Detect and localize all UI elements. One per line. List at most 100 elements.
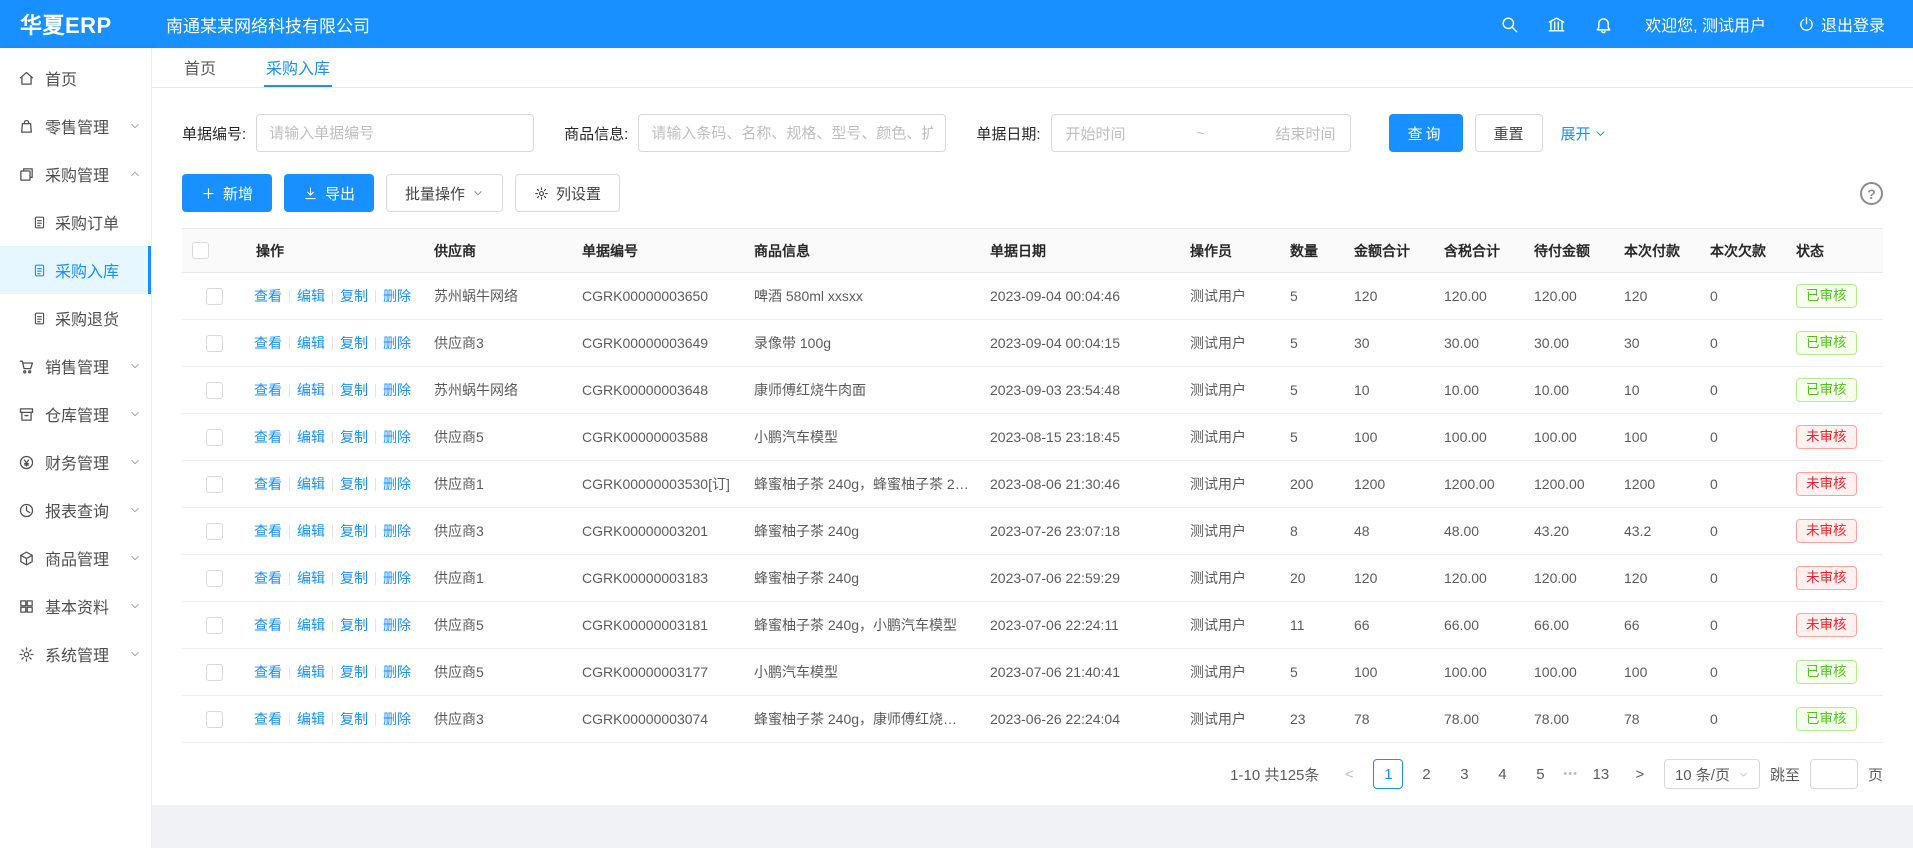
row-action-copy[interactable]: 复制 [340,335,368,351]
product-info-input[interactable] [638,114,946,152]
app-logo[interactable]: 华夏ERP [0,8,152,40]
logout-button[interactable]: 退出登录 [1798,12,1885,36]
row-action-edit[interactable]: 编辑 [297,476,325,492]
sidebar-item-purchase-return[interactable]: 采购退货 [0,294,151,342]
page-ellipsis[interactable]: ••• [1563,759,1578,789]
row-action-copy[interactable]: 复制 [340,664,368,680]
page-button-1[interactable]: 1 [1373,759,1403,789]
row-action-view[interactable]: 查看 [254,288,282,304]
page-button-5[interactable]: 5 [1525,759,1555,789]
row-action-copy[interactable]: 复制 [340,617,368,633]
tab-home[interactable]: 首页 [182,48,218,87]
page-button-2[interactable]: 2 [1411,759,1441,789]
column-settings-button[interactable]: 列设置 [515,174,620,212]
tab-purchase-inbound[interactable]: 采购入库 [264,48,332,87]
row-action-edit[interactable]: 编辑 [297,382,325,398]
row-checkbox[interactable] [206,335,223,352]
row-checkbox[interactable] [206,711,223,728]
row-action-edit[interactable]: 编辑 [297,664,325,680]
row-checkbox[interactable] [206,570,223,587]
row-action-edit[interactable]: 编辑 [297,429,325,445]
select-all-checkbox[interactable] [192,242,209,259]
reset-button[interactable]: 重置 [1475,114,1543,152]
status-badge: 未审核 [1796,425,1857,450]
sales-icon [18,358,35,375]
bill-no-input[interactable] [256,114,534,152]
col-header-unpaid: 待付金额 [1524,229,1614,273]
sidebar-item-report[interactable]: 报表查询 [0,486,151,534]
search-button[interactable]: 查询 [1389,114,1463,152]
export-button[interactable]: 导出 [284,174,374,212]
row-action-delete[interactable]: 删除 [383,288,411,304]
row-action-copy[interactable]: 复制 [340,429,368,445]
row-action-copy[interactable]: 复制 [340,570,368,586]
row-action-view[interactable]: 查看 [254,523,282,539]
row-checkbox[interactable] [206,382,223,399]
row-action-delete[interactable]: 删除 [383,570,411,586]
row-checkbox[interactable] [206,429,223,446]
sidebar-item-home[interactable]: 首页 [0,54,151,102]
bank-icon[interactable] [1547,15,1566,34]
row-action-delete[interactable]: 删除 [383,382,411,398]
row-checkbox[interactable] [206,523,223,540]
welcome-user[interactable]: 欢迎您, 测试用户 [1645,12,1766,36]
add-button[interactable]: 新增 [182,174,272,212]
row-action-edit[interactable]: 编辑 [297,711,325,727]
sidebar-item-purchase-inbound[interactable]: 采购入库 [0,246,151,294]
row-action-view[interactable]: 查看 [254,617,282,633]
cell-operator: 测试用户 [1180,273,1280,320]
row-action-copy[interactable]: 复制 [340,711,368,727]
row-action-delete[interactable]: 删除 [383,523,411,539]
sidebar-item-system[interactable]: 系统管理 [0,630,151,678]
row-checkbox[interactable] [206,617,223,634]
row-action-view[interactable]: 查看 [254,711,282,727]
sidebar-item-purchase[interactable]: 采购管理 [0,150,151,198]
jump-page-input[interactable] [1810,759,1858,789]
sidebar-item-retail[interactable]: 零售管理 [0,102,151,150]
row-action-view[interactable]: 查看 [254,429,282,445]
row-action-copy[interactable]: 复制 [340,382,368,398]
sidebar-item-goods[interactable]: 商品管理 [0,534,151,582]
sidebar-item-sales[interactable]: 销售管理 [0,342,151,390]
next-page-button[interactable]: > [1626,759,1654,789]
batch-actions-button[interactable]: 批量操作 [386,174,503,212]
row-action-edit[interactable]: 编辑 [297,523,325,539]
row-checkbox[interactable] [206,664,223,681]
sidebar-item-basic[interactable]: 基本资料 [0,582,151,630]
row-action-view[interactable]: 查看 [254,382,282,398]
row-action-view[interactable]: 查看 [254,570,282,586]
row-action-copy[interactable]: 复制 [340,523,368,539]
page-button-4[interactable]: 4 [1487,759,1517,789]
row-action-delete[interactable]: 删除 [383,617,411,633]
row-action-edit[interactable]: 编辑 [297,617,325,633]
row-action-delete[interactable]: 删除 [383,429,411,445]
row-action-view[interactable]: 查看 [254,664,282,680]
sidebar-item-warehouse[interactable]: 仓库管理 [0,390,151,438]
row-checkbox[interactable] [206,476,223,493]
row-action-copy[interactable]: 复制 [340,288,368,304]
row-action-edit[interactable]: 编辑 [297,570,325,586]
row-action-delete[interactable]: 删除 [383,664,411,680]
search-icon[interactable] [1500,15,1519,34]
row-action-copy[interactable]: 复制 [340,476,368,492]
action-divider [289,666,290,679]
row-action-delete[interactable]: 删除 [383,476,411,492]
sidebar-item-purchase-order[interactable]: 采购订单 [0,198,151,246]
row-action-delete[interactable]: 删除 [383,335,411,351]
sidebar-item-finance[interactable]: 财务管理 [0,438,151,486]
bell-icon[interactable] [1594,15,1613,34]
row-action-view[interactable]: 查看 [254,476,282,492]
row-action-edit[interactable]: 编辑 [297,288,325,304]
page-size-select[interactable]: 10 条/页 [1664,759,1760,789]
row-action-delete[interactable]: 删除 [383,711,411,727]
date-range-picker[interactable]: 开始时间 ~ 结束时间 [1051,114,1351,152]
expand-link[interactable]: 展开 [1561,123,1607,144]
row-action-edit[interactable]: 编辑 [297,335,325,351]
help-icon[interactable]: ? [1860,182,1883,205]
page-button-13[interactable]: 13 [1586,759,1616,789]
row-action-view[interactable]: 查看 [254,335,282,351]
col-header-amount-tax: 含税合计 [1434,229,1524,273]
row-checkbox[interactable] [206,288,223,305]
page-button-3[interactable]: 3 [1449,759,1479,789]
prev-page-button[interactable]: < [1335,759,1363,789]
